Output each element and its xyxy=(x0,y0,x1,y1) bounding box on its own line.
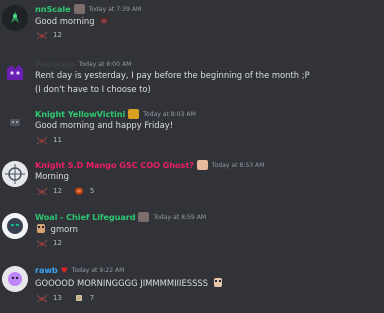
character-icon xyxy=(37,224,45,233)
message-content: Good morning xyxy=(35,15,111,26)
reaction-count: 12 xyxy=(53,239,62,247)
timestamp[interactable]: Today at 8:53 AM xyxy=(212,162,265,169)
message-header: Knight S.D Mango GSC COO Ghost? Today at… xyxy=(35,158,264,172)
avatar[interactable] xyxy=(2,266,28,292)
meat-icon xyxy=(74,187,83,195)
tank-icon xyxy=(138,212,150,222)
username[interactable]: Knight S.D Mango GSC COO Ghost? xyxy=(35,160,194,170)
message-header: Woal - Chief Lifeguard Today at 8:59 AM xyxy=(35,210,206,224)
avatar[interactable] xyxy=(2,5,28,31)
heart-icon: ♥ xyxy=(60,265,68,275)
message-header: Peberius Today at 8:00 AM xyxy=(35,57,131,71)
reaction-bar: 11 xyxy=(35,133,66,147)
message-text: Good morning and happy Friday! xyxy=(35,120,174,130)
message: Peberius Today at 8:00 AM Rent day is ye… xyxy=(0,57,384,99)
message-text: Good morning xyxy=(35,16,95,26)
reaction-bar: 12 xyxy=(35,236,66,250)
avatar-image xyxy=(2,161,28,187)
reaction[interactable]: 5 xyxy=(72,184,98,198)
reaction-bar: 13 7 xyxy=(35,291,98,305)
message-header: nnScale Today at 7:39 AM xyxy=(35,2,141,16)
username[interactable]: nnScale xyxy=(35,4,71,14)
message-content: Good morning and happy Friday! xyxy=(35,120,173,130)
username[interactable]: Woal - Chief Lifeguard xyxy=(35,212,136,222)
character-icon xyxy=(213,278,222,287)
spider-icon xyxy=(37,187,47,196)
reaction-count: 7 xyxy=(89,294,95,302)
avatar-image xyxy=(2,266,28,292)
message-text: Morning xyxy=(35,171,69,181)
timestamp[interactable]: Today at 8:03 AM xyxy=(143,111,196,118)
reaction[interactable]: 12 xyxy=(35,236,66,250)
message-header: Knight YellowVictini Today at 8:03 AM xyxy=(35,107,196,121)
avatar[interactable] xyxy=(2,110,28,136)
avatar[interactable] xyxy=(2,60,28,86)
message-content: Rent day is yesterday, I pay before the … xyxy=(35,70,310,80)
message-text: Rent day is yesterday, I pay before the … xyxy=(35,70,310,80)
reaction-count: 13 xyxy=(53,294,62,302)
message: Woal - Chief Lifeguard Today at 8:59 AM … xyxy=(0,210,384,252)
spider-icon xyxy=(98,15,111,25)
username[interactable]: Peberius xyxy=(35,59,75,69)
reaction-count: 12 xyxy=(53,31,62,39)
avatar-image xyxy=(2,60,28,86)
avatar[interactable] xyxy=(2,213,28,239)
username[interactable]: Knight YellowVictini xyxy=(35,109,125,119)
spider-icon xyxy=(37,136,47,145)
reaction[interactable]: 12 xyxy=(35,28,66,42)
reaction[interactable]: 12 xyxy=(35,184,66,198)
crown-icon xyxy=(128,109,140,119)
avatar[interactable] xyxy=(2,161,28,187)
reaction-count: 12 xyxy=(53,187,62,195)
username[interactable]: rawb xyxy=(35,265,58,275)
message-content: GOOOOD MORNINGGGG JIMMMMIIIESSSS xyxy=(35,277,224,288)
reaction-count: 5 xyxy=(89,187,95,195)
reaction-count: 11 xyxy=(53,136,62,144)
tank-icon xyxy=(73,4,85,14)
reaction[interactable]: 13 xyxy=(35,291,66,305)
message-header: rawb ♥ Today at 9:22 AM xyxy=(35,263,124,277)
message-text: gmorn xyxy=(50,224,78,234)
character-icon xyxy=(196,160,208,170)
reaction[interactable]: 7 xyxy=(72,291,98,305)
avatar-image xyxy=(2,110,28,136)
spider-icon xyxy=(37,31,47,40)
message: Knight S.D Mango GSC COO Ghost? Today at… xyxy=(0,158,384,200)
message-content: (I don't have to I choose to) xyxy=(35,84,151,94)
spider-icon xyxy=(37,294,47,303)
message: rawb ♥ Today at 9:22 AM GOOOOD MORNINGGG… xyxy=(0,263,384,307)
timestamp[interactable]: Today at 8:59 AM xyxy=(153,214,206,221)
reaction-bar: 12 5 xyxy=(35,184,98,198)
scroll-icon xyxy=(75,295,82,301)
message: nnScale Today at 7:39 AM Good morning 12 xyxy=(0,2,384,42)
message: Knight YellowVictini Today at 8:03 AM Go… xyxy=(0,107,384,149)
avatar-image xyxy=(2,5,28,31)
timestamp[interactable]: Today at 9:22 AM xyxy=(72,267,125,274)
message-content: Morning xyxy=(35,171,69,181)
timestamp[interactable]: Today at 7:39 AM xyxy=(89,6,142,13)
reaction[interactable]: 11 xyxy=(35,133,66,147)
timestamp[interactable]: Today at 8:00 AM xyxy=(79,61,132,68)
message-text: GOOOOD MORNINGGGG JIMMMMIIIESSSS xyxy=(35,278,209,288)
spider-icon xyxy=(37,239,47,248)
message-text: (I don't have to I choose to) xyxy=(35,84,151,94)
avatar-image xyxy=(2,213,28,239)
reaction-bar: 12 xyxy=(35,28,66,42)
message-content: gmorn xyxy=(35,223,78,234)
